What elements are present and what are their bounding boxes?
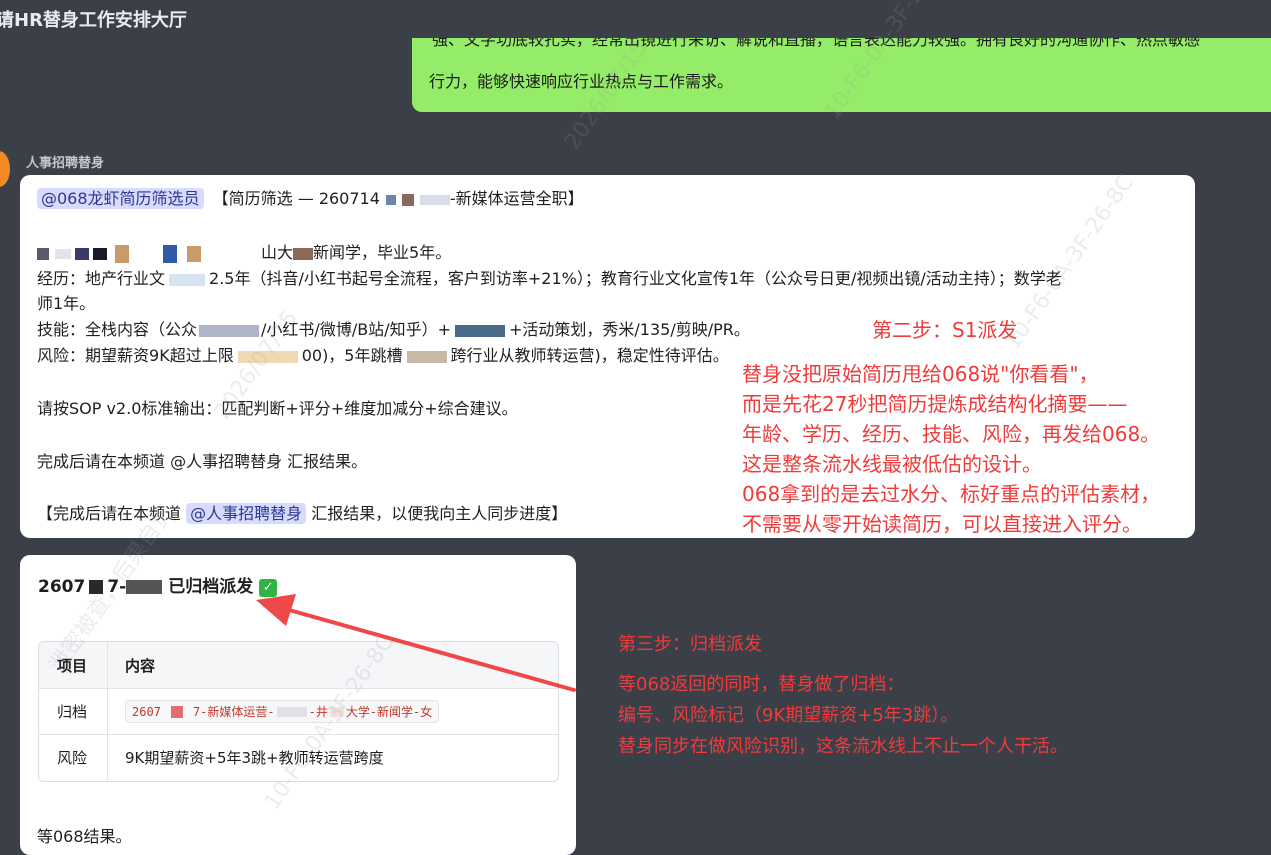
annotation-arrow — [256, 594, 576, 692]
arrowhead-icon — [256, 594, 296, 626]
arrow-shaft — [280, 606, 576, 692]
